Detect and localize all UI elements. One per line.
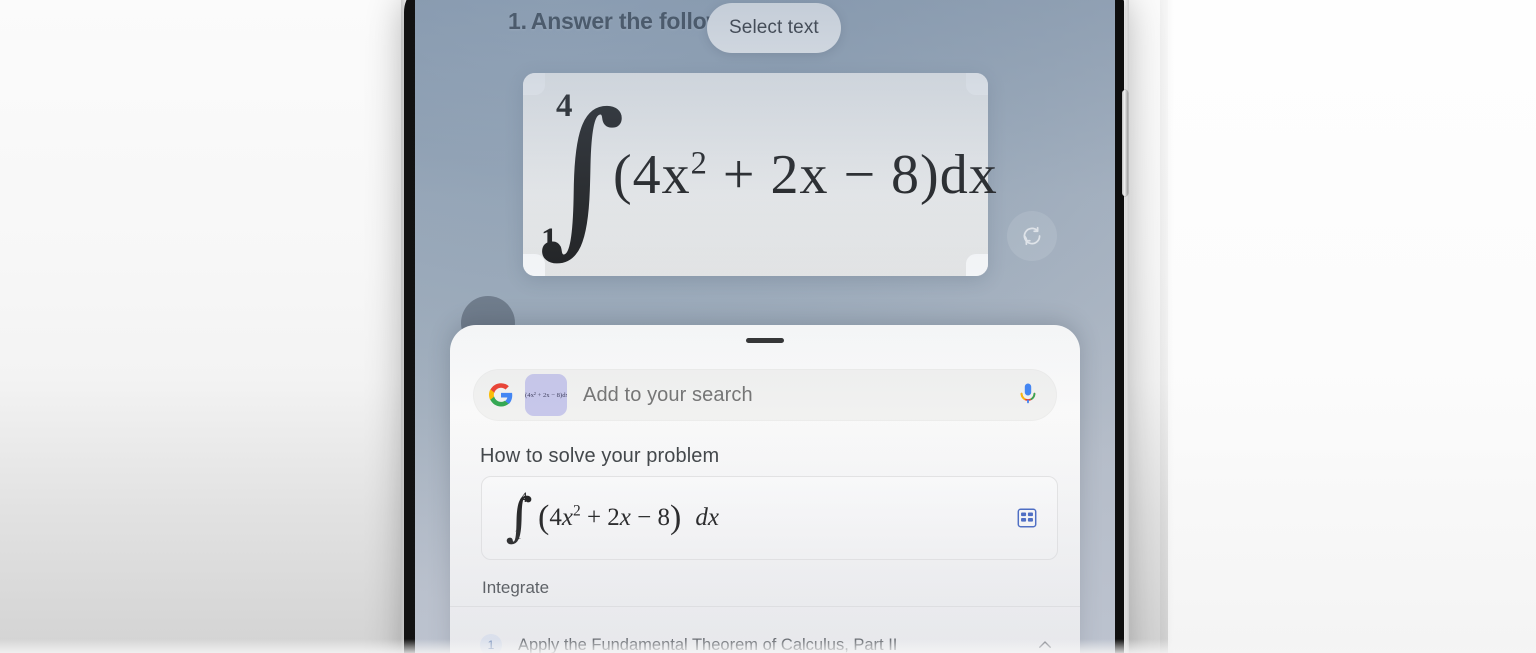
phone-screen: 1. Answer the following Select text 4 ∫ 1… [415,0,1115,653]
backdrop-seam [1160,0,1174,653]
step-row[interactable]: 1 Apply the Fundamental Theorem of Calcu… [450,617,1080,653]
result-close-paren: ) [670,499,682,536]
result-open-paren: ( [538,499,550,536]
result-equation: 4 ∫ 1 (4x2 + 2x − 8) dx [504,490,719,546]
chevron-up-icon[interactable] [1036,636,1054,653]
integral-lower-limit: 1 [541,222,558,258]
result-exponent: 2 [572,502,581,520]
result-coef: 4 [549,504,562,531]
refresh-button[interactable] [1007,211,1057,261]
power-button[interactable] [1122,90,1128,196]
sheet-drag-handle[interactable] [746,338,784,343]
integral-sign: 4 ∫ 1 [538,82,626,267]
screenshot-stage: 1. Answer the following Select text 4 ∫ 1… [0,0,1536,653]
google-logo-icon [489,383,513,407]
section-title: How to solve your problem [480,445,720,467]
step-title: Apply the Fundamental Theorem of Calculu… [518,635,898,653]
result-var2: x [619,504,631,531]
select-text-label: Select text [729,17,819,38]
equation-thumbnail-chip[interactable]: ∫(4x² + 2x − 8)dx [525,374,567,416]
result-equation-card[interactable]: 4 ∫ 1 (4x2 + 2x − 8) dx [481,476,1058,560]
step-index-badge: 1 [480,634,502,653]
operation-label: Integrate [482,578,550,597]
result-lower-limit: 1 [514,527,522,543]
equation-body: 4 ∫ 1 (4x2 + 2x − 8)dx [538,73,996,276]
result-plus-term: + 2 [580,504,620,531]
calculator-icon[interactable] [1016,507,1038,529]
result-differential: dx [695,504,719,531]
refresh-circle-icon [1023,226,1041,246]
search-input[interactable] [581,382,1017,408]
result-integral-sign: 4 ∫ 1 [504,490,534,546]
highlighted-equation-card[interactable]: 4 ∫ 1 (4x2 + 2x − 8)dx [523,73,997,276]
result-expression: (4x2 + 2x − 8) [538,499,681,537]
expr-exponent: 2 [690,144,708,181]
page-backdrop-right [1168,0,1536,653]
select-text-button[interactable]: Select text [707,3,841,53]
microphone-icon[interactable] [1017,382,1039,408]
equation-expression: (4x2 + 2x − 8)dx [613,143,998,207]
expr-middle: + 2x − 8)dx [707,143,998,206]
sheet-divider [450,606,1080,607]
result-minus-term: − 8 [630,504,671,531]
result-var1: x [561,504,573,531]
results-bottom-sheet: ∫(4x² + 2x − 8)dx How to solve your prob… [450,325,1080,653]
equation-thumbnail-text: ∫(4x² + 2x − 8)dx [525,391,567,399]
search-bar[interactable]: ∫(4x² + 2x − 8)dx [473,369,1057,421]
worksheet-number: 1. [508,8,527,34]
